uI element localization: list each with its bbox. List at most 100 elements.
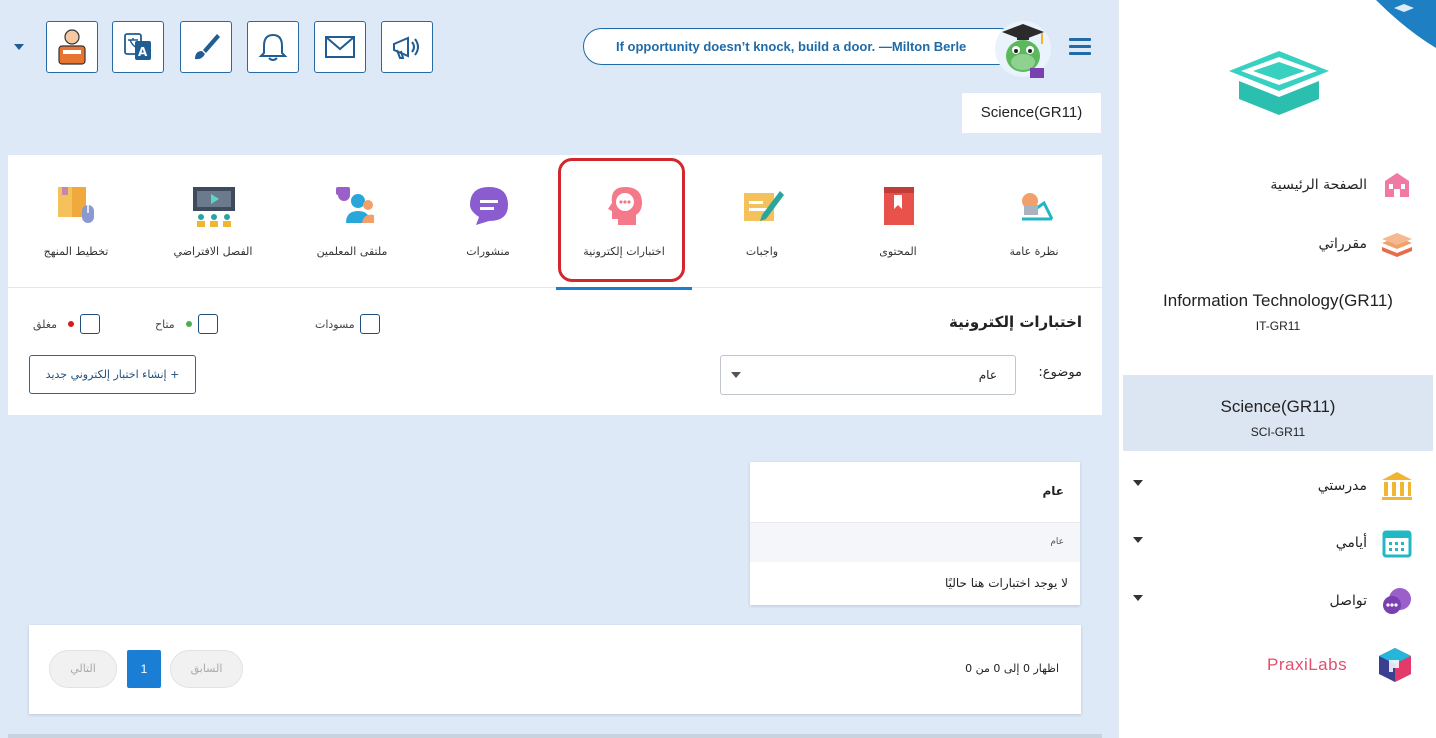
drafts-filter-checkbox[interactable] — [359, 314, 380, 334]
sidebar-item-contact[interactable]: تواصل — [1119, 581, 1436, 621]
prev-page-button[interactable]: السابق — [170, 650, 243, 688]
school-building-icon — [1382, 472, 1412, 500]
sidebar-item-label: الصفحة الرئيسية — [1270, 177, 1367, 193]
available-status-dot — [185, 321, 192, 327]
quiz-group-card: عام عام لا يوجد اختبارات هنا حاليًا — [750, 462, 1080, 605]
tab-label: المحتوى — [879, 245, 917, 258]
group-subheader: عام — [750, 522, 1080, 562]
menu-toggle-icon[interactable] — [1069, 38, 1091, 56]
mascot-dino-icon — [995, 21, 1051, 78]
app-logo-icon — [1229, 51, 1329, 115]
assignment-icon — [744, 191, 784, 221]
chat-bubbles-icon — [1383, 588, 1411, 614]
messages-button[interactable] — [314, 21, 366, 73]
sidebar-item-home[interactable]: الصفحة الرئيسية — [1119, 165, 1436, 205]
legend-closed: مغلق — [28, 313, 101, 335]
chat-bubble-icon — [470, 187, 508, 225]
praxilabs-cube-icon[interactable] — [1377, 646, 1413, 684]
tab-assignments[interactable]: واجبات — [694, 155, 830, 288]
current-page-button[interactable]: 1 — [127, 650, 161, 688]
sidebar: الصفحة الرئيسية مقرراتي Information Tech… — [1118, 0, 1436, 738]
course-item-it[interactable]: Information Technology(GR11) IT-GR11 — [1123, 286, 1433, 333]
course-item-science[interactable]: Science(GR11) SCI-GR11 — [1123, 375, 1433, 451]
group-subheader-label: عام — [1050, 537, 1064, 547]
notifications-button[interactable] — [247, 21, 299, 73]
group-header: عام — [1042, 484, 1065, 498]
quote-banner: If opportunity doesn’t knock, build a do… — [583, 28, 1019, 65]
teachers-forum-icon — [336, 187, 374, 223]
svg-text:A: A — [138, 45, 148, 59]
corner-ribbon-icon — [1376, 0, 1436, 48]
tab-content[interactable]: المحتوى — [830, 155, 966, 288]
pagination-info: اظهار 0 إلى 0 من 0 — [965, 662, 1059, 675]
closed-status-dot — [68, 321, 75, 327]
calendar-icon — [1382, 530, 1412, 558]
tab-posts[interactable]: منشورات — [420, 155, 556, 288]
legend-available: متاح — [150, 313, 218, 335]
language-button[interactable]: A — [112, 21, 164, 73]
tab-virtual-class[interactable]: الفصل الافتراضي — [145, 155, 281, 288]
chevron-down-icon — [731, 372, 741, 378]
book-icon — [884, 187, 914, 225]
megaphone-icon — [393, 36, 419, 59]
overview-icon — [1022, 193, 1054, 221]
tab-label: منشورات — [466, 245, 510, 258]
course-tabs: نظرة عامة المحتوى واجبات اختبارات إلكترو… — [8, 155, 1102, 290]
course-code: IT-GR11 — [1255, 319, 1301, 333]
topic-select[interactable]: عام — [720, 355, 1016, 395]
tab-label: نظرة عامة — [1009, 245, 1059, 258]
sidebar-item-label: تواصل — [1329, 593, 1367, 609]
topic-selected-value: عام — [978, 368, 997, 382]
course-name: Science(GR11) — [1220, 397, 1336, 416]
legend-label: مسودات — [315, 317, 355, 331]
tab-label: ملتقى المعلمين — [316, 245, 388, 258]
pagination: اظهار 0 إلى 0 من 0 السابق 1 التالي — [29, 625, 1081, 714]
announcements-button[interactable] — [381, 21, 433, 73]
tab-overview[interactable]: نظرة عامة — [966, 155, 1102, 288]
translate-icon: A — [124, 33, 151, 60]
curriculum-planning-icon — [58, 187, 94, 223]
home-school-icon — [1385, 173, 1409, 197]
section-title: اختبارات إلكترونية — [948, 313, 1082, 331]
books-stack-icon — [1382, 233, 1412, 257]
available-filter-checkbox[interactable] — [197, 314, 218, 334]
virtual-class-icon — [193, 187, 235, 227]
brush-icon — [195, 34, 220, 60]
create-quiz-button[interactable]: + إنشاء اختبار إلكتروني جديد — [29, 355, 196, 394]
active-tab-indicator — [556, 287, 692, 290]
quizzes-panel: نظرة عامة المحتوى واجبات اختبارات إلكترو… — [8, 155, 1102, 415]
sidebar-item-courses[interactable]: مقرراتي — [1119, 224, 1436, 264]
mail-icon — [325, 36, 355, 58]
theme-button[interactable] — [180, 21, 232, 73]
sidebar-item-label: مدرستي — [1317, 478, 1367, 494]
tab-label: تخطيط المنهج — [43, 245, 109, 258]
sidebar-item-school[interactable]: مدرستي — [1119, 466, 1436, 506]
tab-label: الفصل الافتراضي — [173, 245, 253, 258]
breadcrumb[interactable]: Science(GR11) — [962, 93, 1101, 133]
sidebar-item-days[interactable]: أيامي — [1119, 523, 1436, 563]
bell-icon — [258, 33, 288, 61]
tab-curriculum-planning[interactable]: تخطيط المنهج — [8, 155, 144, 288]
closed-filter-checkbox[interactable] — [80, 314, 101, 334]
bottom-divider — [8, 734, 1102, 738]
empty-message: لا يوجد اختبارات هنا حاليًا — [944, 576, 1068, 590]
chevron-down-icon[interactable] — [1133, 595, 1143, 601]
legend-drafts: مسودات — [310, 313, 380, 335]
course-code: SCI-GR11 — [1250, 425, 1306, 439]
topic-label: موضوع: — [1038, 365, 1082, 380]
chevron-down-icon[interactable] — [1133, 537, 1143, 543]
legend-label: متاح — [155, 317, 175, 331]
sidebar-item-label: أيامي — [1335, 535, 1367, 551]
tab-teachers-forum[interactable]: ملتقى المعلمين — [284, 155, 420, 288]
teacher-avatar-icon — [58, 29, 86, 65]
user-menu-caret-icon[interactable] — [14, 44, 24, 50]
active-tab-highlight — [558, 158, 685, 282]
profile-button[interactable] — [46, 21, 98, 73]
next-page-button[interactable]: التالي — [49, 650, 117, 688]
sidebar-item-label: مقرراتي — [1318, 236, 1367, 252]
chevron-down-icon[interactable] — [1133, 480, 1143, 486]
legend-label: مغلق — [33, 317, 58, 331]
tab-label: واجبات — [745, 245, 779, 258]
praxilabs-link[interactable]: PraxiLabs — [1267, 655, 1347, 675]
course-name: Information Technology(GR11) — [1163, 291, 1393, 310]
